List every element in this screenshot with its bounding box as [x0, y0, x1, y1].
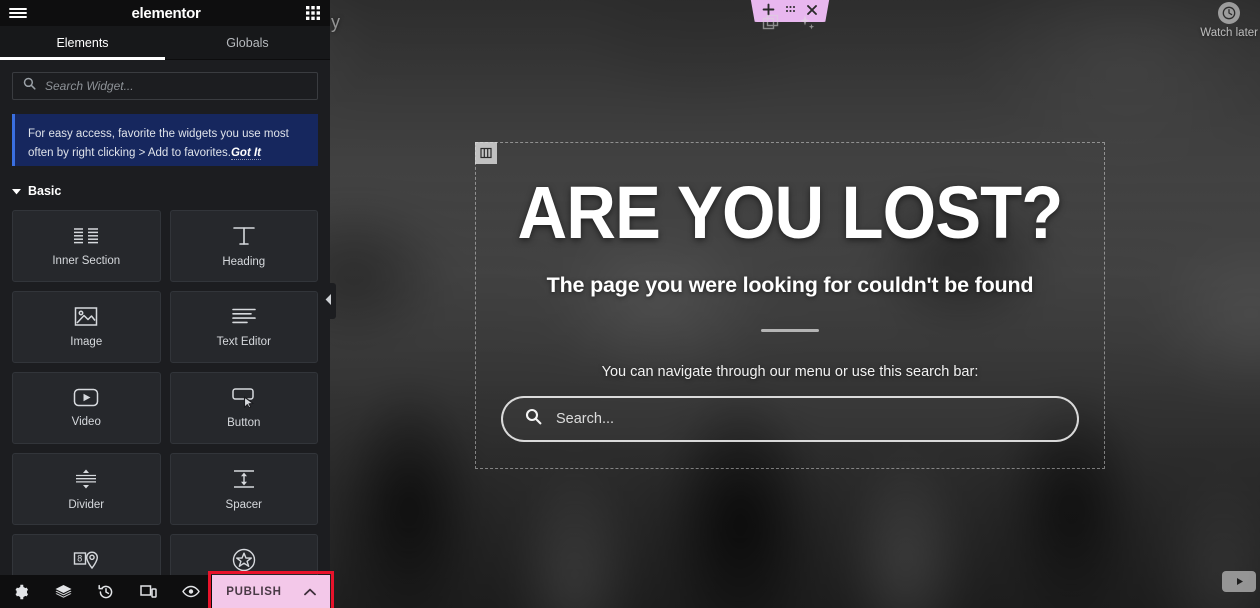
- apps-grid-icon[interactable]: [305, 5, 321, 21]
- search-icon: [23, 77, 36, 95]
- text-editor-icon: [231, 307, 257, 327]
- search-icon: [525, 408, 542, 430]
- hero-helper-text[interactable]: You can navigate through our menu or use…: [602, 364, 979, 380]
- widget-text-editor[interactable]: Text Editor: [169, 291, 318, 363]
- widget-divider[interactable]: Divider: [12, 453, 161, 525]
- favorites-promo-banner: For easy access, favorite the widgets yo…: [12, 114, 318, 166]
- widget-label: Spacer: [225, 498, 262, 511]
- widget-video[interactable]: Video: [12, 372, 161, 444]
- hamburger-menu-icon[interactable]: [9, 6, 27, 20]
- watch-later-label: Watch later: [1200, 27, 1258, 39]
- elementor-editor-window: ARE YOU LOST? The page you were looking …: [0, 0, 1260, 608]
- editor-bottom-bar: PUBLISH: [0, 571, 334, 608]
- panel-tabs: Elements Globals: [0, 26, 330, 60]
- panel-body: Search Widget... For easy access, favori…: [0, 60, 330, 608]
- widget-label: Video: [71, 416, 101, 428]
- svg-text:8: 8: [77, 553, 82, 563]
- star-rating-icon: [232, 548, 256, 572]
- video-play-icon: [73, 388, 99, 407]
- panel-collapse-toggle[interactable]: [320, 283, 336, 319]
- widget-label: Image: [70, 336, 103, 348]
- watch-later-overlay[interactable]: Watch later: [1200, 2, 1258, 39]
- tab-elements[interactable]: Elements: [0, 26, 165, 60]
- panel-header: elementor: [0, 0, 330, 26]
- heading-t-icon: [232, 225, 256, 247]
- widget-label: Inner Section: [52, 254, 121, 267]
- category-title: Basic: [28, 184, 62, 198]
- background-stray-glyph: y: [331, 12, 340, 32]
- category-header-basic[interactable]: Basic: [12, 182, 318, 200]
- publish-label: PUBLISH: [226, 585, 282, 598]
- bottom-bar-icons: [0, 575, 212, 608]
- widget-label: Divider: [68, 498, 105, 511]
- got-it-link[interactable]: Got It: [230, 146, 261, 160]
- settings-gear-icon[interactable]: [0, 575, 42, 608]
- widget-heading[interactable]: Heading: [169, 210, 318, 282]
- duplicate-icon[interactable]: [762, 14, 780, 37]
- button-cursor-icon: [231, 387, 257, 408]
- widget-image[interactable]: Image: [12, 291, 161, 363]
- elementor-widgets-panel: elementor Elements Globals Search Widget…: [0, 0, 330, 608]
- hero-search-placeholder: Search...: [556, 411, 615, 428]
- map-pin-icon: 8: [73, 549, 99, 571]
- widget-label: Button: [227, 417, 261, 429]
- image-icon: [74, 306, 98, 327]
- page-title[interactable]: ARE YOU LOST?: [518, 175, 1064, 251]
- history-clock-icon[interactable]: [85, 575, 127, 608]
- hero-divider[interactable]: [761, 329, 819, 333]
- hero-search-bar[interactable]: Search...: [501, 396, 1079, 443]
- widget-label: Text Editor: [216, 335, 271, 348]
- widget-spacer[interactable]: Spacer: [169, 453, 318, 525]
- publish-button[interactable]: PUBLISH: [212, 575, 330, 608]
- publish-button-wrapper: PUBLISH: [208, 571, 334, 608]
- sparkle-icon[interactable]: [798, 14, 816, 37]
- chevron-down-icon: [12, 182, 21, 200]
- navigator-layers-icon[interactable]: [42, 575, 84, 608]
- promo-text: For easy access, favorite the widgets yo…: [28, 125, 306, 162]
- hero-subtitle[interactable]: The page you were looking for couldn't b…: [547, 273, 1034, 298]
- spacer-icon: [231, 468, 257, 490]
- widget-label: Heading: [222, 255, 266, 268]
- widget-inner-section[interactable]: Inner Section: [12, 210, 161, 282]
- chevron-up-icon[interactable]: [303, 583, 316, 601]
- tab-globals[interactable]: Globals: [165, 26, 330, 59]
- preview-eye-icon[interactable]: [170, 575, 212, 608]
- play-triangle-icon[interactable]: [1222, 571, 1256, 592]
- chevron-left-icon: [325, 292, 332, 310]
- hero-content: ARE YOU LOST? The page you were looking …: [476, 143, 1104, 468]
- elementor-logo: elementor: [131, 4, 201, 22]
- inner-section-icon: [73, 226, 99, 246]
- responsive-mode-icon[interactable]: [127, 575, 169, 608]
- widget-grid: Inner Section Heading Image Text Editor …: [12, 210, 318, 606]
- canvas-ghost-icons: [762, 14, 816, 37]
- search-input[interactable]: Search Widget...: [12, 72, 318, 100]
- divider-icon: [73, 468, 99, 490]
- clock-icon: [1218, 2, 1241, 24]
- widget-button[interactable]: Button: [169, 372, 318, 444]
- search-placeholder: Search Widget...: [45, 79, 134, 93]
